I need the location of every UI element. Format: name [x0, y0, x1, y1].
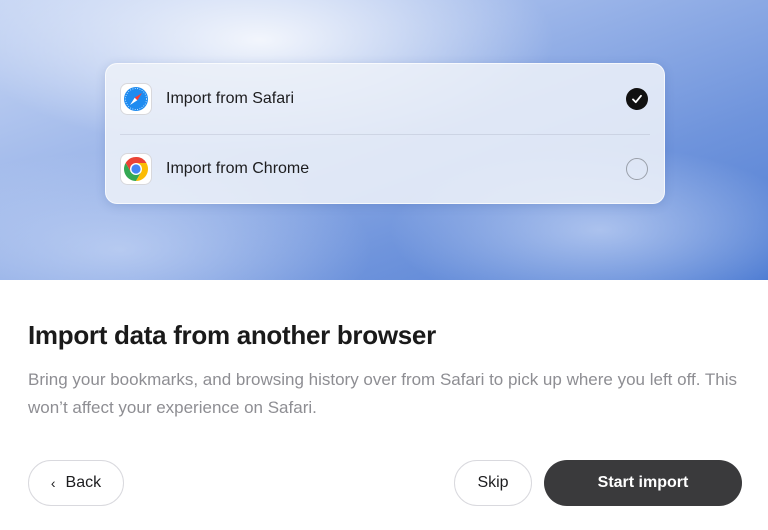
- skip-button[interactable]: Skip: [454, 460, 532, 506]
- start-import-button[interactable]: Start import: [544, 460, 742, 506]
- skip-button-label: Skip: [477, 474, 509, 491]
- start-import-button-label: Start import: [597, 474, 689, 491]
- radio-unselected-icon[interactable]: [626, 158, 648, 180]
- safari-icon: [120, 83, 152, 115]
- option-import-chrome[interactable]: Import from Chrome: [106, 134, 664, 204]
- checkmark-selected-icon[interactable]: [626, 88, 648, 110]
- hero-background: Import from Safari Import from Chrome: [0, 0, 768, 280]
- checkmark-icon: [632, 94, 642, 104]
- back-button-label: Back: [65, 474, 102, 491]
- import-options-card: Import from Safari Import from Chrome: [105, 63, 665, 204]
- option-import-safari[interactable]: Import from Safari: [106, 64, 664, 134]
- page-title: Import data from another browser: [28, 320, 436, 350]
- back-button[interactable]: ‹ Back: [28, 460, 124, 506]
- option-label: Import from Chrome: [166, 160, 310, 177]
- chevron-left-icon: ‹: [50, 475, 56, 491]
- chrome-icon: [120, 153, 152, 185]
- option-label: Import from Safari: [166, 90, 295, 107]
- page-description: Bring your bookmarks, and browsing histo…: [28, 370, 737, 417]
